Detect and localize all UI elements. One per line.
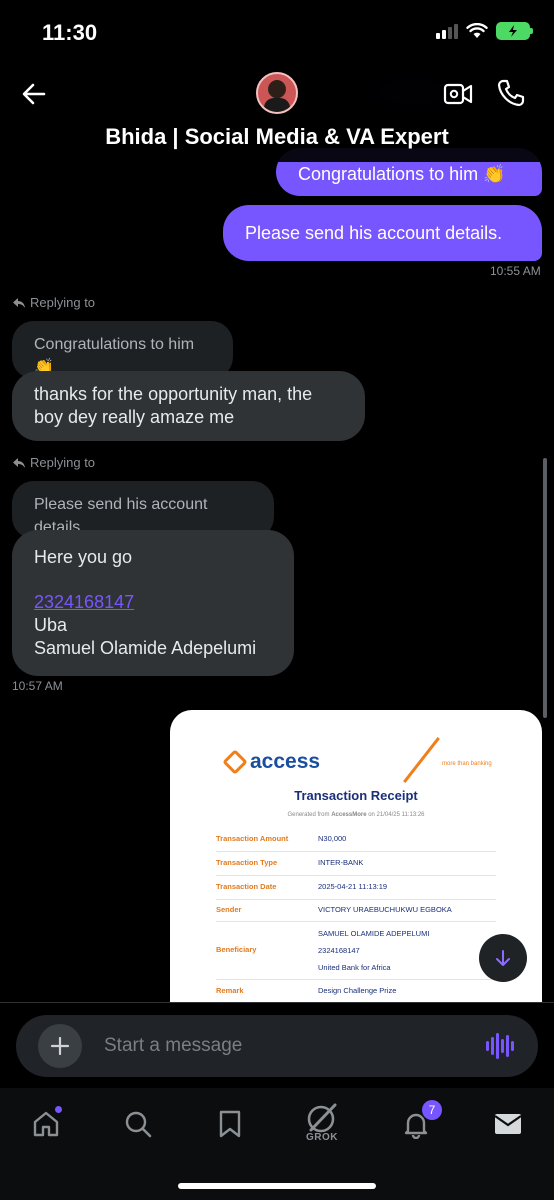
status-time: 11:30 xyxy=(42,20,98,45)
receipt-label: Transaction Date xyxy=(216,882,277,891)
status-bar: 11:30 xyxy=(0,0,554,64)
reply-label: Replying to xyxy=(30,295,96,310)
receipt-row: Beneficiary SAMUEL OLAMIDE ADEPELUMI 232… xyxy=(216,922,496,980)
receipt-label: Remark xyxy=(216,986,244,995)
incoming-message[interactable]: thanks for the opportunity man, the boy … xyxy=(12,371,365,441)
receipt-value: United Bank for Africa xyxy=(318,963,391,972)
receipt-value: 2324168147 xyxy=(318,946,360,955)
brand-name: access xyxy=(250,750,321,773)
tab-messages[interactable] xyxy=(488,1104,528,1144)
account-holder-name: Samuel Olamide Adepelumi xyxy=(34,638,257,658)
message-text: Please send his account details. xyxy=(245,222,503,243)
reply-label: Replying to xyxy=(30,455,96,470)
brand-slash xyxy=(403,737,440,783)
chat-title[interactable]: Bhida | Social Media & VA Expert xyxy=(0,124,554,150)
scroll-to-bottom-button[interactable] xyxy=(479,934,527,982)
receipt-value: Design Challenge Prize xyxy=(318,986,397,995)
receipt-label: Transaction Amount xyxy=(216,834,289,843)
reply-indicator: Replying to xyxy=(12,455,95,470)
message-input[interactable] xyxy=(104,1015,464,1077)
bank-name: Uba xyxy=(34,615,68,635)
phone-call-icon[interactable] xyxy=(496,78,526,108)
receipt-value: VICTORY URAEBUCHUKWU EGBOKA xyxy=(318,905,452,914)
home-icon xyxy=(33,1111,59,1137)
bookmark-icon xyxy=(219,1110,241,1138)
receipt-value: 2025-04-21 11:13:19 xyxy=(318,882,388,891)
voice-message-button[interactable] xyxy=(486,1032,514,1060)
add-attachment-button[interactable] xyxy=(38,1024,82,1068)
search-icon xyxy=(125,1111,152,1138)
mail-icon xyxy=(494,1114,522,1134)
account-number-link[interactable]: 2324168147 xyxy=(34,591,272,614)
message-composer xyxy=(16,1015,538,1077)
receipt-value: SAMUEL OLAMIDE ADEPELUMI xyxy=(318,929,430,938)
cellular-signal-icon xyxy=(436,23,458,39)
reply-arrow-icon xyxy=(13,297,25,308)
unread-dot xyxy=(55,1106,62,1113)
receipt-label: Sender xyxy=(216,905,242,914)
back-arrow-icon[interactable] xyxy=(18,78,50,110)
home-indicator xyxy=(178,1183,376,1189)
receipt-row: Remark Design Challenge Prize xyxy=(216,980,496,1004)
quoted-text: Congratulations to him 👏 xyxy=(34,336,195,376)
bottom-tab-bar: GROK 7 xyxy=(0,1088,554,1200)
receipt-row: Sender VICTORY URAEBUCHUKWU EGBOKA xyxy=(216,900,496,922)
reply-arrow-icon xyxy=(13,457,25,468)
receipt-row: Transaction Type INTER-BANK xyxy=(216,852,496,876)
receipt-value: INTER-BANK xyxy=(318,858,364,867)
access-logo-mark-icon xyxy=(222,749,248,775)
grok-label: GROK xyxy=(306,1132,338,1143)
video-call-icon[interactable] xyxy=(443,80,473,108)
tab-home[interactable] xyxy=(26,1104,66,1144)
status-icons xyxy=(436,22,533,40)
receipt-label: Beneficiary xyxy=(216,945,257,954)
arrow-down-icon xyxy=(496,950,510,966)
incoming-message[interactable]: Here you go 2324168147 Uba Samuel Olamid… xyxy=(12,530,294,676)
tab-search[interactable] xyxy=(118,1104,158,1144)
reply-indicator: Replying to xyxy=(12,295,95,310)
receipt-row: Transaction Date 2025-04-21 11:13:19 xyxy=(216,876,496,900)
receipt-generated-note: Generated from AccessMore on 21/04/25 11… xyxy=(287,812,425,818)
scrollbar[interactable] xyxy=(543,458,547,718)
message-timestamp: 10:57 AM xyxy=(12,679,63,693)
access-bank-logo: access xyxy=(222,749,321,775)
grok-icon xyxy=(307,1103,337,1133)
receipt-title: Transaction Receipt xyxy=(294,788,418,803)
wifi-icon xyxy=(466,23,488,38)
chat-header: Bhida | Social Media & VA Expert xyxy=(0,60,554,162)
contact-avatar[interactable] xyxy=(256,72,298,114)
message-text: Here you go xyxy=(34,547,133,567)
message-text: Congratulations to him 👏 xyxy=(298,163,506,184)
plus-icon xyxy=(50,1036,70,1056)
receipt-row: Transaction Amount N30,000 xyxy=(216,828,496,852)
receipt-value: N30,000 xyxy=(318,834,347,843)
message-text: thanks for the opportunity man, the boy … xyxy=(34,384,313,427)
brand-tagline: more than banking xyxy=(442,761,492,767)
outgoing-message[interactable]: Please send his account details. xyxy=(223,205,542,261)
tab-bookmarks[interactable] xyxy=(210,1104,250,1144)
battery-charging-icon xyxy=(496,22,533,40)
receipt-label: Transaction Type xyxy=(216,858,278,867)
message-timestamp: 10:55 AM xyxy=(490,264,541,278)
notification-badge: 7 xyxy=(422,1100,442,1120)
